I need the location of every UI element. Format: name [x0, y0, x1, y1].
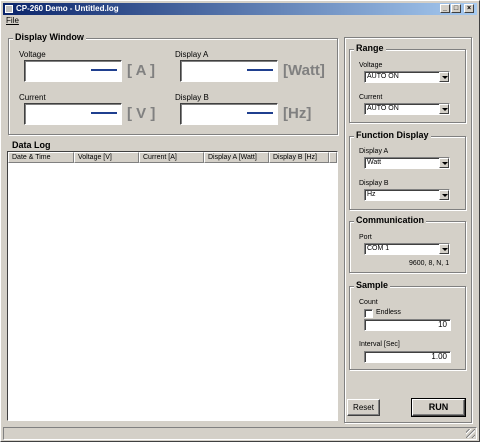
range-voltage-select[interactable]: AUTO ON — [364, 71, 450, 83]
main-window: CP-260 Demo - Untitled.log _ □ × File Di… — [0, 0, 480, 442]
column-display-b[interactable]: Display B [Hz] — [269, 152, 329, 163]
current-display-dash — [91, 112, 117, 114]
window-title: CP-260 Demo - Untitled.log — [16, 4, 119, 13]
display-window-group: Display Window Voltage [ A ] Current [ V… — [8, 32, 338, 135]
count-value: 10 — [438, 320, 447, 329]
port-value: COM 1 — [367, 245, 390, 252]
interval-value: 1.00 — [431, 352, 447, 361]
column-voltage[interactable]: Voltage [V] — [74, 152, 139, 163]
sample-group: Sample Count Endless 10 Interval [Sec] 1… — [349, 280, 466, 370]
display-b-dash — [247, 112, 273, 114]
chevron-down-icon[interactable] — [439, 104, 449, 114]
data-log-header: Date & Time Voltage [V] Current [A] Disp… — [8, 152, 337, 163]
range-current-value: AUTO ON — [367, 105, 399, 112]
voltage-display-dash — [91, 69, 117, 71]
close-button[interactable]: × — [464, 4, 474, 13]
status-bar — [3, 427, 477, 440]
function-display-a-label: Display A — [359, 148, 389, 155]
function-display-b-label: Display B — [359, 180, 389, 187]
display-b-label: Display B — [175, 93, 209, 102]
menu-bar: File — [3, 16, 477, 26]
function-display-a-value: Watt — [367, 159, 382, 166]
column-display-a[interactable]: Display A [Watt] — [204, 152, 269, 163]
count-label: Count — [359, 299, 378, 306]
voltage-unit: [ A ] — [127, 62, 156, 79]
port-select[interactable]: COM 1 — [364, 243, 450, 255]
range-current-label: Current — [359, 94, 383, 101]
function-display-a-select[interactable]: Watt — [364, 157, 450, 169]
title-bar[interactable]: CP-260 Demo - Untitled.log _ □ × — [3, 3, 477, 15]
display-b-unit: [Hz] — [283, 105, 312, 122]
resize-grip-icon[interactable] — [466, 429, 475, 438]
data-log-title: Data Log — [12, 140, 51, 150]
maximize-button[interactable]: □ — [451, 4, 461, 13]
port-label: Port — [359, 234, 372, 241]
chevron-down-icon[interactable] — [439, 244, 449, 254]
chevron-down-icon[interactable] — [439, 158, 449, 168]
range-group: Range Voltage AUTO ON Current AUTO ON — [349, 43, 466, 123]
display-a-dash — [247, 69, 273, 71]
current-label: Current — [19, 93, 46, 102]
function-display-title: Function Display — [354, 130, 431, 141]
voltage-display — [24, 60, 122, 82]
port-settings: 9600, 8, N, 1 — [409, 260, 450, 267]
range-title: Range — [354, 43, 386, 54]
display-a-unit: [Watt] — [283, 62, 325, 79]
range-voltage-value: AUTO ON — [367, 73, 399, 80]
endless-label: Endless — [376, 309, 401, 316]
function-display-b-value: Hz — [367, 191, 376, 198]
display-a-display — [180, 60, 278, 82]
data-log-table[interactable]: Date & Time Voltage [V] Current [A] Disp… — [7, 151, 338, 421]
communication-group: Communication Port COM 1 9600, 8, N, 1 — [349, 215, 466, 273]
function-display-group: Function Display Display A Watt Display … — [349, 130, 466, 210]
voltage-label: Voltage — [19, 50, 46, 59]
column-date-time[interactable]: Date & Time — [8, 152, 74, 163]
app-icon — [5, 5, 13, 13]
sample-title: Sample — [354, 280, 391, 291]
endless-checkbox[interactable] — [364, 309, 373, 318]
run-button[interactable]: RUN — [411, 398, 466, 417]
reset-button[interactable]: Reset — [347, 399, 380, 416]
current-unit: [ V ] — [127, 105, 156, 122]
display-b-display — [180, 103, 278, 125]
menu-file[interactable]: File — [6, 16, 19, 26]
interval-input[interactable]: 1.00 — [364, 351, 451, 363]
display-a-label: Display A — [175, 50, 209, 59]
chevron-down-icon[interactable] — [439, 190, 449, 200]
range-voltage-label: Voltage — [359, 62, 383, 69]
count-input[interactable]: 10 — [364, 319, 451, 331]
interval-label: Interval [Sec] — [359, 341, 400, 348]
function-display-b-select[interactable]: Hz — [364, 189, 450, 201]
minimize-button[interactable]: _ — [440, 4, 450, 13]
communication-title: Communication — [354, 215, 427, 226]
column-current[interactable]: Current [A] — [139, 152, 204, 163]
display-window-title: Display Window — [13, 32, 86, 43]
column-filler — [329, 152, 337, 163]
chevron-down-icon[interactable] — [439, 72, 449, 82]
current-display — [24, 103, 122, 125]
range-current-select[interactable]: AUTO ON — [364, 103, 450, 115]
